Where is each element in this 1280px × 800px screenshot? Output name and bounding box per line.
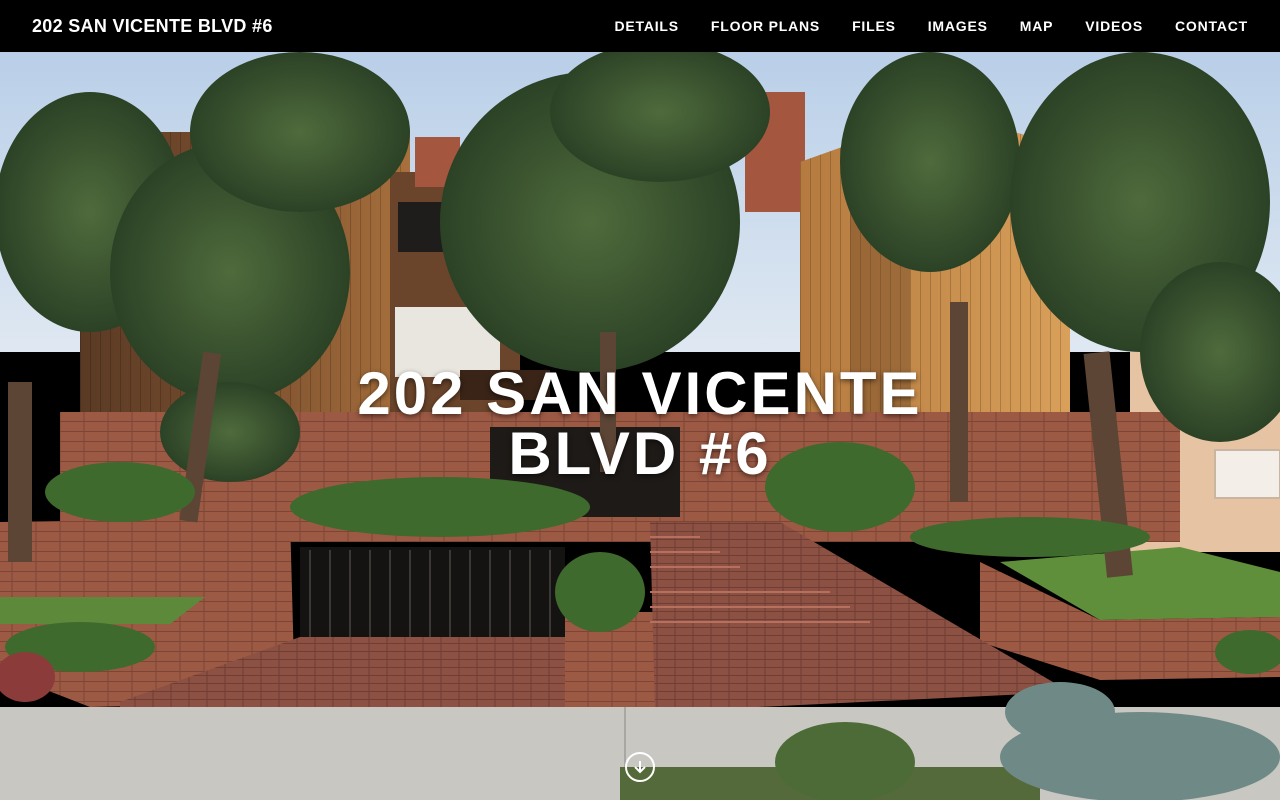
nav-map[interactable]: MAP [1020, 18, 1054, 34]
nav-contact[interactable]: CONTACT [1175, 18, 1248, 34]
nav-floor-plans[interactable]: FLOOR PLANS [711, 18, 820, 34]
hero-title-line2: BLVD #6 [508, 420, 772, 487]
nav-images[interactable]: IMAGES [928, 18, 988, 34]
hero-section: 202 SAN VICENTE BLVD #6 [0, 52, 1280, 800]
top-navigation-bar: 202 SAN VICENTE BLVD #6 DETAILS FLOOR PL… [0, 0, 1280, 52]
nav-videos[interactable]: VIDEOS [1085, 18, 1143, 34]
arrow-down-circle-icon [634, 761, 646, 774]
main-nav: DETAILS FLOOR PLANS FILES IMAGES MAP VID… [582, 0, 1248, 52]
hero-title-line1: 202 SAN VICENTE [357, 360, 923, 427]
hero-title: 202 SAN VICENTE BLVD #6 [0, 364, 1280, 484]
nav-files[interactable]: FILES [852, 18, 896, 34]
scroll-down-button[interactable] [625, 752, 655, 782]
site-title-link[interactable]: 202 SAN VICENTE BLVD #6 [32, 16, 273, 37]
nav-details[interactable]: DETAILS [614, 18, 678, 34]
